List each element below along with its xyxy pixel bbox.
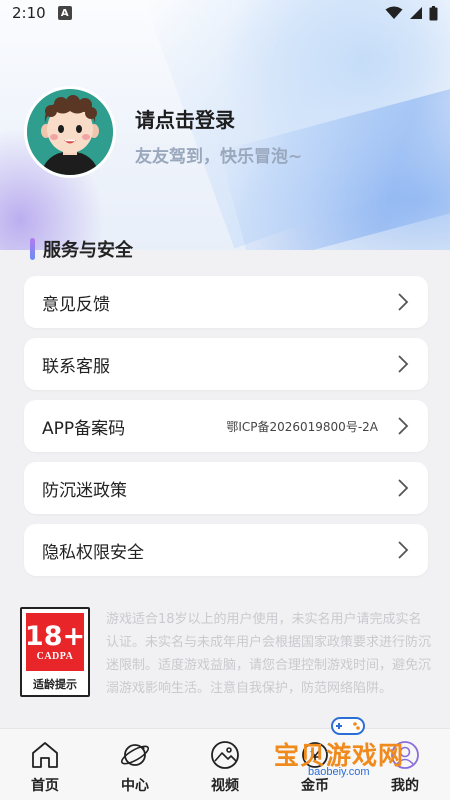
menu-item-label: 隐私权限安全 — [42, 542, 144, 563]
login-title[interactable]: 请点击登录 — [135, 104, 235, 133]
age-rating-org: CADPA — [36, 650, 74, 662]
notification-badge-icon: A — [57, 6, 72, 20]
wifi-icon — [385, 6, 403, 19]
nav-video[interactable]: 视频 — [180, 729, 270, 800]
nav-center[interactable]: 中心 — [90, 729, 180, 800]
age-notice-text: 游戏适合18岁以上的用户使用，未实名用户请完成实名认证。未实名与未成年用户会根据… — [106, 612, 432, 696]
nav-label: 中心 — [121, 778, 149, 794]
chevron-right-icon — [398, 293, 409, 311]
menu-item-feedback[interactable]: 意见反馈 — [24, 276, 428, 328]
chevron-right-icon — [398, 479, 409, 497]
avatar[interactable] — [24, 86, 116, 178]
age-rating-badge: 18+ CADPA 适龄提示 — [20, 607, 90, 697]
menu-item-privacy[interactable]: 隐私权限安全 — [24, 524, 428, 576]
signal-icon — [410, 7, 422, 19]
section-accent-bar — [30, 238, 35, 260]
chevron-right-icon — [398, 541, 409, 559]
image-icon — [211, 741, 239, 769]
age-rating-value: 18+ — [24, 620, 86, 652]
status-time: 2:10 — [12, 4, 46, 22]
age-rating-tip: 适龄提示 — [33, 678, 77, 691]
menu-item-anti-addiction[interactable]: 防沉迷政策 — [24, 462, 428, 514]
app-filing-number: 鄂ICP备2026019800号-2A — [226, 419, 378, 434]
chevron-right-icon — [398, 417, 409, 435]
battery-icon — [429, 5, 438, 20]
section-title-text: 服务与安全 — [43, 240, 133, 261]
menu-item-label: APP备案码 — [42, 418, 126, 439]
login-subtitle: 友友驾到，快乐冒泡~ — [135, 147, 303, 167]
menu-item-label: 防沉迷政策 — [42, 480, 127, 501]
avatar-face-icon — [27, 89, 113, 175]
menu-item-label: 意见反馈 — [42, 294, 110, 315]
status-bar: 2:10 A — [0, 0, 450, 26]
section-title: 服务与安全 — [30, 236, 133, 262]
watermark: 宝贝游戏网 baobeiy.com — [272, 712, 450, 800]
service-menu: 意见反馈 联系客服 APP备案码 鄂ICP备2026019800号-2A 防沉迷… — [24, 276, 428, 586]
nav-home[interactable]: 首页 — [0, 729, 90, 800]
gamepad-icon — [331, 717, 365, 735]
nav-label: 视频 — [211, 778, 239, 794]
planet-icon — [120, 744, 150, 766]
home-icon — [32, 742, 58, 768]
menu-item-label: 联系客服 — [42, 356, 110, 377]
watermark-url: baobeiy.com — [308, 766, 370, 778]
chevron-right-icon — [398, 355, 409, 373]
menu-item-app-filing[interactable]: APP备案码 鄂ICP备2026019800号-2A — [24, 400, 428, 452]
age-rating-red-block: 18+ CADPA — [24, 613, 86, 671]
menu-item-customer-service[interactable]: 联系客服 — [24, 338, 428, 390]
nav-label: 首页 — [31, 778, 59, 794]
